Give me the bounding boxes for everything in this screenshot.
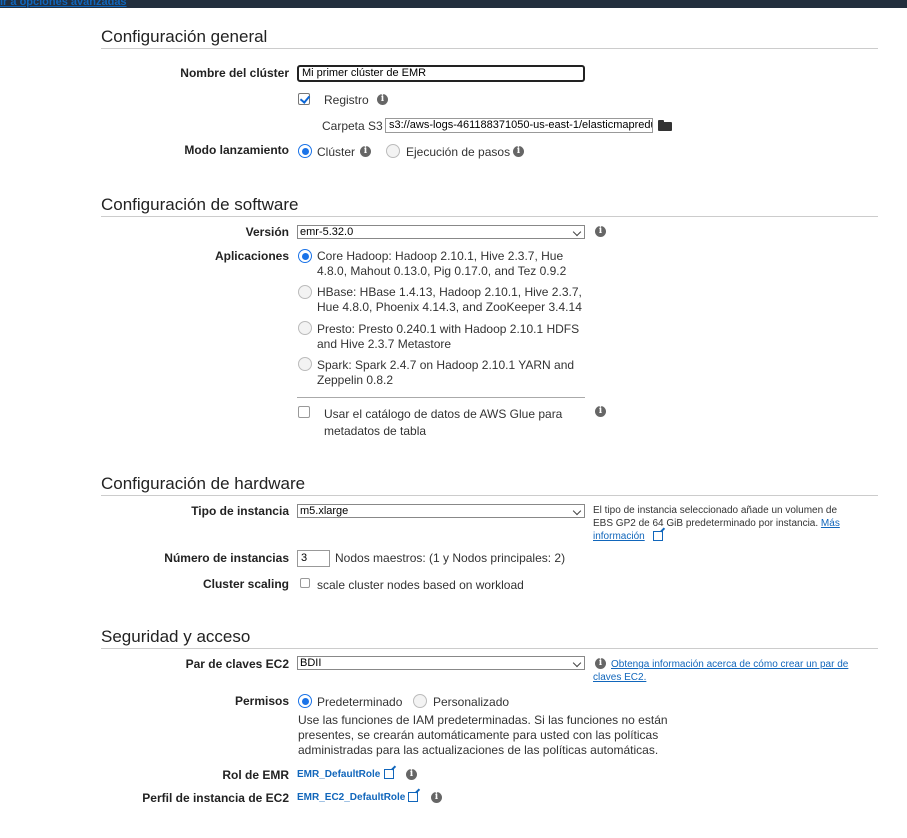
applications-label: Aplicaciones: [214, 249, 289, 263]
section-divider: [101, 48, 878, 49]
info-icon[interactable]: i: [595, 226, 606, 237]
permissions-desc-line: Use las funciones de IAM predeterminadas…: [298, 713, 668, 727]
launch-mode-cluster-label: Clúster: [317, 145, 356, 159]
application-radio-hbase[interactable]: [298, 285, 312, 299]
section-title-security: Seguridad y acceso: [101, 627, 251, 646]
application-text: Presto: Presto 0.240.1 with Hadoop 2.10.…: [317, 322, 580, 336]
cluster-name-label: Nombre del clúster: [180, 66, 289, 80]
application-radio-spark[interactable]: [298, 357, 312, 371]
folder-icon[interactable]: [658, 120, 672, 131]
instance-type-label: Tipo de instancia: [191, 504, 289, 518]
permissions-default-label: Predeterminado: [317, 695, 403, 709]
version-select[interactable]: emr-5.32.0: [297, 225, 585, 239]
application-text: Zeppelin 0.8.2: [317, 373, 394, 387]
keypair-help-link[interactable]: Obtenga información acerca de cómo crear…: [611, 659, 848, 670]
instance-type-select[interactable]: m5.xlarge: [297, 504, 585, 518]
cluster-scaling-label: Cluster scaling: [202, 577, 289, 591]
keypair-help-link[interactable]: claves EC2.: [593, 672, 646, 683]
instance-note-text: El tipo de instancia seleccionado añade …: [593, 505, 838, 516]
application-option: Core Hadoop: Hadoop 2.10.1, Hive 2.3.7, …: [317, 249, 566, 279]
launch-mode-cluster-radio[interactable]: [298, 144, 312, 158]
application-option: HBase: HBase 1.4.13, Hadoop 2.10.1, Hive…: [317, 285, 582, 315]
instance-count-note: Nodos maestros: (1 y Nodos principales: …: [335, 551, 566, 565]
application-option: Presto: Presto 0.240.1 with Hadoop 2.10.…: [317, 322, 579, 352]
permissions-custom-label: Personalizado: [433, 695, 510, 709]
launch-mode-steps-label: Ejecución de pasos: [406, 145, 511, 159]
application-text: and Hive 2.3.7 Metastore: [317, 337, 452, 351]
info-icon[interactable]: i: [513, 146, 524, 157]
application-radio-core-hadoop[interactable]: [298, 249, 312, 263]
more-info-link[interactable]: Más: [821, 518, 840, 529]
instance-type-note: El tipo de instancia seleccionado añade …: [593, 504, 853, 543]
info-icon[interactable]: i: [595, 406, 606, 417]
section-title-general: Configuración general: [101, 27, 268, 46]
application-text: Core Hadoop: Hadoop 2.10.1, Hive 2.3.7, …: [317, 249, 564, 263]
logging-label: Registro: [324, 93, 369, 107]
logging-checkbox[interactable]: [298, 93, 310, 105]
instance-count-input[interactable]: 3: [297, 550, 330, 567]
top-bar: [0, 0, 907, 8]
keypair-label: Par de claves EC2: [185, 657, 289, 671]
application-radio-presto[interactable]: [298, 321, 312, 335]
permissions-label: Permisos: [234, 694, 289, 708]
emr-role-link[interactable]: EMR_DefaultRole: [297, 769, 380, 780]
section-divider: [101, 648, 878, 649]
permissions-custom-radio[interactable]: [413, 694, 427, 708]
section-divider: [101, 216, 878, 217]
section-title-software: Configuración de software: [101, 195, 299, 214]
external-link-icon[interactable]: [408, 792, 418, 802]
applications-divider: [297, 397, 585, 398]
instance-note-text: EBS GP2 de 64 GiB predeterminado por ins…: [593, 518, 819, 529]
version-label: Versión: [245, 225, 289, 239]
launch-mode-steps-radio[interactable]: [386, 144, 400, 158]
chevron-down-icon: [572, 227, 582, 237]
permissions-default-radio[interactable]: [298, 694, 312, 708]
permissions-desc-line: presentes, se crearán automáticamente pa…: [298, 728, 659, 742]
info-icon[interactable]: i: [431, 792, 442, 803]
application-option: Spark: Spark 2.4.7 on Hadoop 2.10.1 YARN…: [317, 358, 574, 388]
application-text: 4.8.0, Mahout 0.13.0, Pig 0.17.0, and Te…: [317, 264, 567, 278]
launch-mode-label: Modo lanzamiento: [184, 143, 289, 157]
cluster-scaling-text: scale cluster nodes based on workload: [317, 578, 524, 592]
application-text: Spark: Spark 2.4.7 on Hadoop 2.10.1 YARN…: [317, 358, 575, 372]
application-text: HBase: HBase 1.4.13, Hadoop 2.10.1, Hive…: [317, 285, 582, 299]
info-icon[interactable]: i: [406, 769, 417, 780]
external-link-icon[interactable]: [384, 769, 394, 779]
s3-folder-label: Carpeta S3: [322, 119, 383, 133]
chevron-down-icon: [572, 506, 582, 516]
permissions-desc-line: administradas para las actualizaciones d…: [298, 743, 659, 757]
ec2-profile-link[interactable]: EMR_EC2_DefaultRole: [297, 792, 405, 803]
instance-count-label: Número de instancias: [164, 551, 289, 565]
cluster-name-input[interactable]: Mi primer clúster de EMR: [297, 65, 585, 82]
keypair-note: Obtenga información acerca de cómo crear…: [593, 658, 863, 684]
glue-catalog-checkbox[interactable]: [298, 406, 310, 418]
application-text: Hue 4.8.0, Phoenix 4.14.3, and ZooKeeper…: [317, 300, 582, 314]
version-value: emr-5.32.0: [300, 226, 354, 238]
keypair-select[interactable]: BDII: [297, 656, 585, 670]
section-title-hardware: Configuración de hardware: [101, 474, 306, 493]
glue-catalog-label: Usar el catálogo de datos de AWS Glue pa…: [324, 406, 562, 440]
permissions-description: Use las funciones de IAM predeterminadas…: [298, 713, 668, 758]
section-divider: [101, 495, 878, 496]
instance-type-value: m5.xlarge: [300, 505, 349, 517]
external-link-icon[interactable]: [653, 531, 664, 542]
emr-role-label: Rol de EMR: [222, 768, 289, 782]
advanced-options-link[interactable]: Ir a opciones avanzadas: [0, 0, 127, 8]
chevron-down-icon: [572, 658, 582, 668]
s3-folder-input[interactable]: s3://aws-logs-461188371050-us-east-1/ela…: [385, 118, 653, 133]
glue-catalog-text: metadatos de tabla: [324, 424, 427, 438]
info-icon[interactable]: i: [377, 94, 388, 105]
cluster-scaling-checkbox[interactable]: [300, 578, 310, 588]
keypair-value: BDII: [300, 657, 322, 669]
more-info-link[interactable]: información: [593, 531, 645, 542]
ec2-profile-label: Perfil de instancia de EC2: [142, 791, 289, 805]
glue-catalog-text: Usar el catálogo de datos de AWS Glue pa…: [324, 407, 563, 421]
info-icon[interactable]: i: [360, 146, 371, 157]
